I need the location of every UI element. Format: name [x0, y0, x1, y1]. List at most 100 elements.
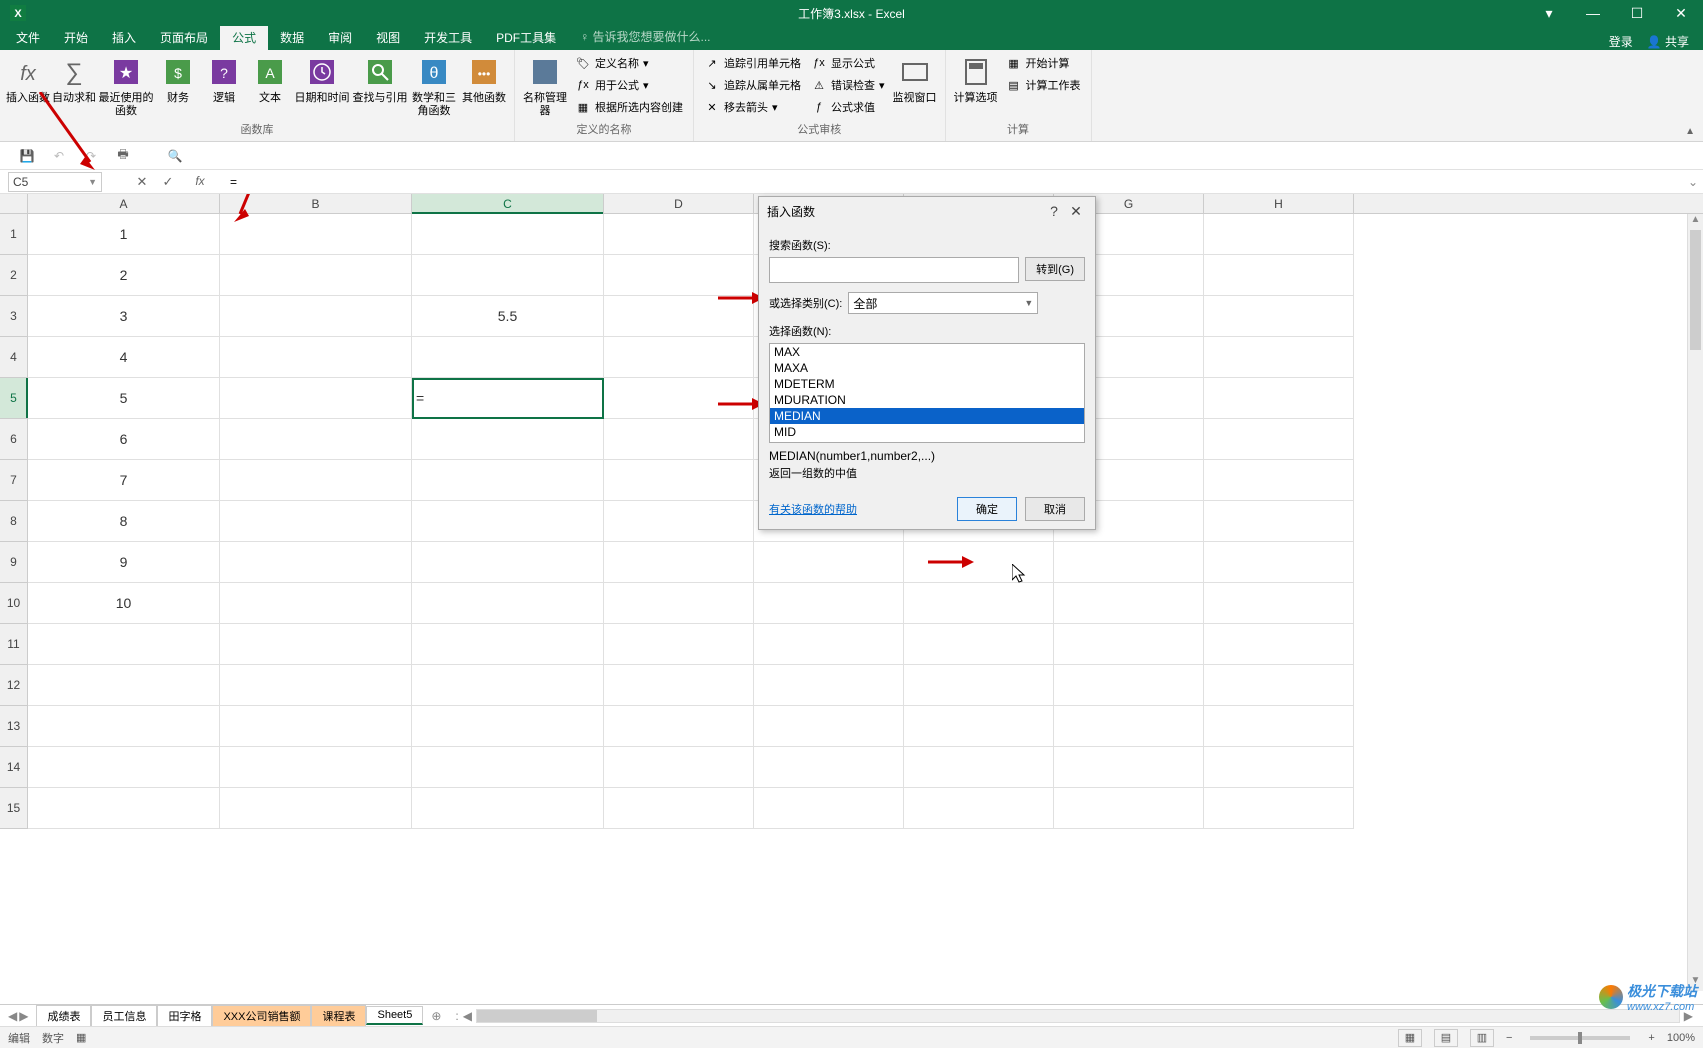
lookup-button[interactable]: 查找与引用 — [352, 52, 408, 119]
cell[interactable] — [604, 665, 754, 706]
cell[interactable]: 2 — [28, 255, 220, 296]
cell[interactable] — [412, 460, 604, 501]
cell[interactable] — [220, 337, 412, 378]
row-header[interactable]: 5 — [0, 378, 28, 419]
cell[interactable] — [604, 460, 754, 501]
cell[interactable]: 4 — [28, 337, 220, 378]
insert-function-button[interactable]: fx 插入函数 — [6, 52, 50, 119]
error-check-button[interactable]: ⚠错误检查 ▾ — [807, 74, 889, 96]
calc-sheet-button[interactable]: ▤计算工作表 — [1002, 74, 1085, 96]
cell[interactable]: 8 — [28, 501, 220, 542]
row-header[interactable]: 13 — [0, 706, 28, 747]
cell[interactable] — [412, 542, 604, 583]
create-from-selection-button[interactable]: ▦根据所选内容创建 — [571, 96, 687, 118]
cell[interactable] — [220, 378, 412, 419]
cell[interactable] — [1204, 583, 1354, 624]
scroll-thumb[interactable] — [1690, 230, 1701, 350]
logical-button[interactable]: ? 逻辑 — [202, 52, 246, 119]
cell[interactable] — [1204, 419, 1354, 460]
function-list-item[interactable]: MID — [770, 424, 1084, 440]
cell[interactable] — [412, 747, 604, 788]
cell[interactable] — [1204, 665, 1354, 706]
cell[interactable] — [220, 706, 412, 747]
tab-pdf-tools[interactable]: PDF工具集 — [484, 25, 568, 50]
sheet-nav-next[interactable]: ▶ — [19, 1009, 28, 1023]
cell[interactable] — [1054, 665, 1204, 706]
cell[interactable] — [1204, 706, 1354, 747]
recent-functions-button[interactable]: ★ 最近使用的函数 — [98, 52, 154, 119]
cell[interactable] — [412, 788, 604, 829]
cell[interactable] — [604, 501, 754, 542]
redo-button[interactable]: ↷ — [82, 147, 100, 165]
login-link[interactable]: 登录 — [1609, 33, 1633, 50]
close-button[interactable]: ✕ — [1659, 0, 1703, 26]
tab-file[interactable]: 文件 — [4, 25, 52, 50]
cell[interactable] — [1054, 542, 1204, 583]
sheet-tab[interactable]: 成绩表 — [36, 1005, 91, 1026]
evaluate-formula-button[interactable]: ƒ公式求值 — [807, 96, 889, 118]
sheet-tab[interactable]: XXX公司销售额 — [212, 1005, 311, 1026]
more-functions-button[interactable]: ••• 其他函数 — [460, 52, 508, 119]
cell[interactable] — [604, 583, 754, 624]
cell[interactable] — [412, 501, 604, 542]
cell[interactable] — [754, 788, 904, 829]
sheet-tab[interactable]: 课程表 — [311, 1005, 366, 1026]
cell[interactable] — [220, 788, 412, 829]
calc-options-button[interactable]: 计算选项 — [952, 52, 1000, 119]
dialog-titlebar[interactable]: 插入函数 ? ✕ — [759, 197, 1095, 225]
dialog-help-button[interactable]: ? — [1043, 203, 1065, 219]
cell[interactable] — [904, 542, 1054, 583]
cell[interactable]: 3 — [28, 296, 220, 337]
tab-developer[interactable]: 开发工具 — [412, 25, 484, 50]
print-preview-button[interactable]: 🔍 — [166, 147, 184, 165]
cell[interactable] — [904, 747, 1054, 788]
cell[interactable]: 5 — [28, 378, 220, 419]
cell[interactable] — [904, 583, 1054, 624]
cell[interactable] — [28, 706, 220, 747]
row-header[interactable]: 1 — [0, 214, 28, 255]
tab-view[interactable]: 视图 — [364, 25, 412, 50]
use-in-formula-button[interactable]: ƒx用于公式 ▾ — [571, 74, 687, 96]
horizontal-scrollbar[interactable]: : ◀ ▶ — [449, 1009, 1703, 1023]
cell[interactable] — [412, 214, 604, 255]
function-help-link[interactable]: 有关该函数的帮助 — [769, 501, 857, 517]
vertical-scrollbar[interactable]: ▲ ▼ — [1687, 214, 1703, 991]
cell[interactable] — [220, 665, 412, 706]
cell[interactable] — [412, 337, 604, 378]
enter-formula-button[interactable]: ✓ — [158, 174, 178, 190]
cell[interactable] — [754, 665, 904, 706]
cell[interactable] — [604, 624, 754, 665]
page-layout-view-button[interactable]: ▤ — [1434, 1029, 1458, 1047]
function-list[interactable]: MAXMAXAMDETERMMDURATIONMEDIANMIDMIDB — [769, 343, 1085, 443]
cell[interactable] — [604, 706, 754, 747]
tab-data[interactable]: 数据 — [268, 25, 316, 50]
cell[interactable] — [754, 706, 904, 747]
cell[interactable] — [604, 255, 754, 296]
fx-button[interactable]: fx — [190, 174, 210, 190]
text-button[interactable]: A 文本 — [248, 52, 292, 119]
quick-print-button[interactable]: 🖶 — [114, 147, 132, 165]
cell[interactable] — [604, 378, 754, 419]
zoom-out-button[interactable]: − — [1506, 1032, 1512, 1044]
ok-button[interactable]: 确定 — [957, 497, 1017, 521]
cell[interactable] — [604, 747, 754, 788]
function-list-item[interactable]: MAX — [770, 344, 1084, 360]
row-header[interactable]: 4 — [0, 337, 28, 378]
add-sheet-button[interactable]: ⊕ — [423, 1009, 449, 1023]
cell[interactable]: 10 — [28, 583, 220, 624]
datetime-button[interactable]: 日期和时间 — [294, 52, 350, 119]
cell[interactable] — [754, 583, 904, 624]
cell[interactable]: 7 — [28, 460, 220, 501]
row-header[interactable]: 12 — [0, 665, 28, 706]
maximize-button[interactable]: ☐ — [1615, 0, 1659, 26]
col-header-h[interactable]: H — [1204, 194, 1354, 213]
cell[interactable]: 1 — [28, 214, 220, 255]
page-break-view-button[interactable]: ▥ — [1470, 1029, 1494, 1047]
cell[interactable] — [754, 624, 904, 665]
cell[interactable] — [1054, 583, 1204, 624]
cell[interactable] — [412, 583, 604, 624]
save-button[interactable]: 💾 — [18, 147, 36, 165]
function-list-item[interactable]: MIDB — [770, 440, 1084, 443]
col-header-d[interactable]: D — [604, 194, 754, 213]
row-header[interactable]: 6 — [0, 419, 28, 460]
